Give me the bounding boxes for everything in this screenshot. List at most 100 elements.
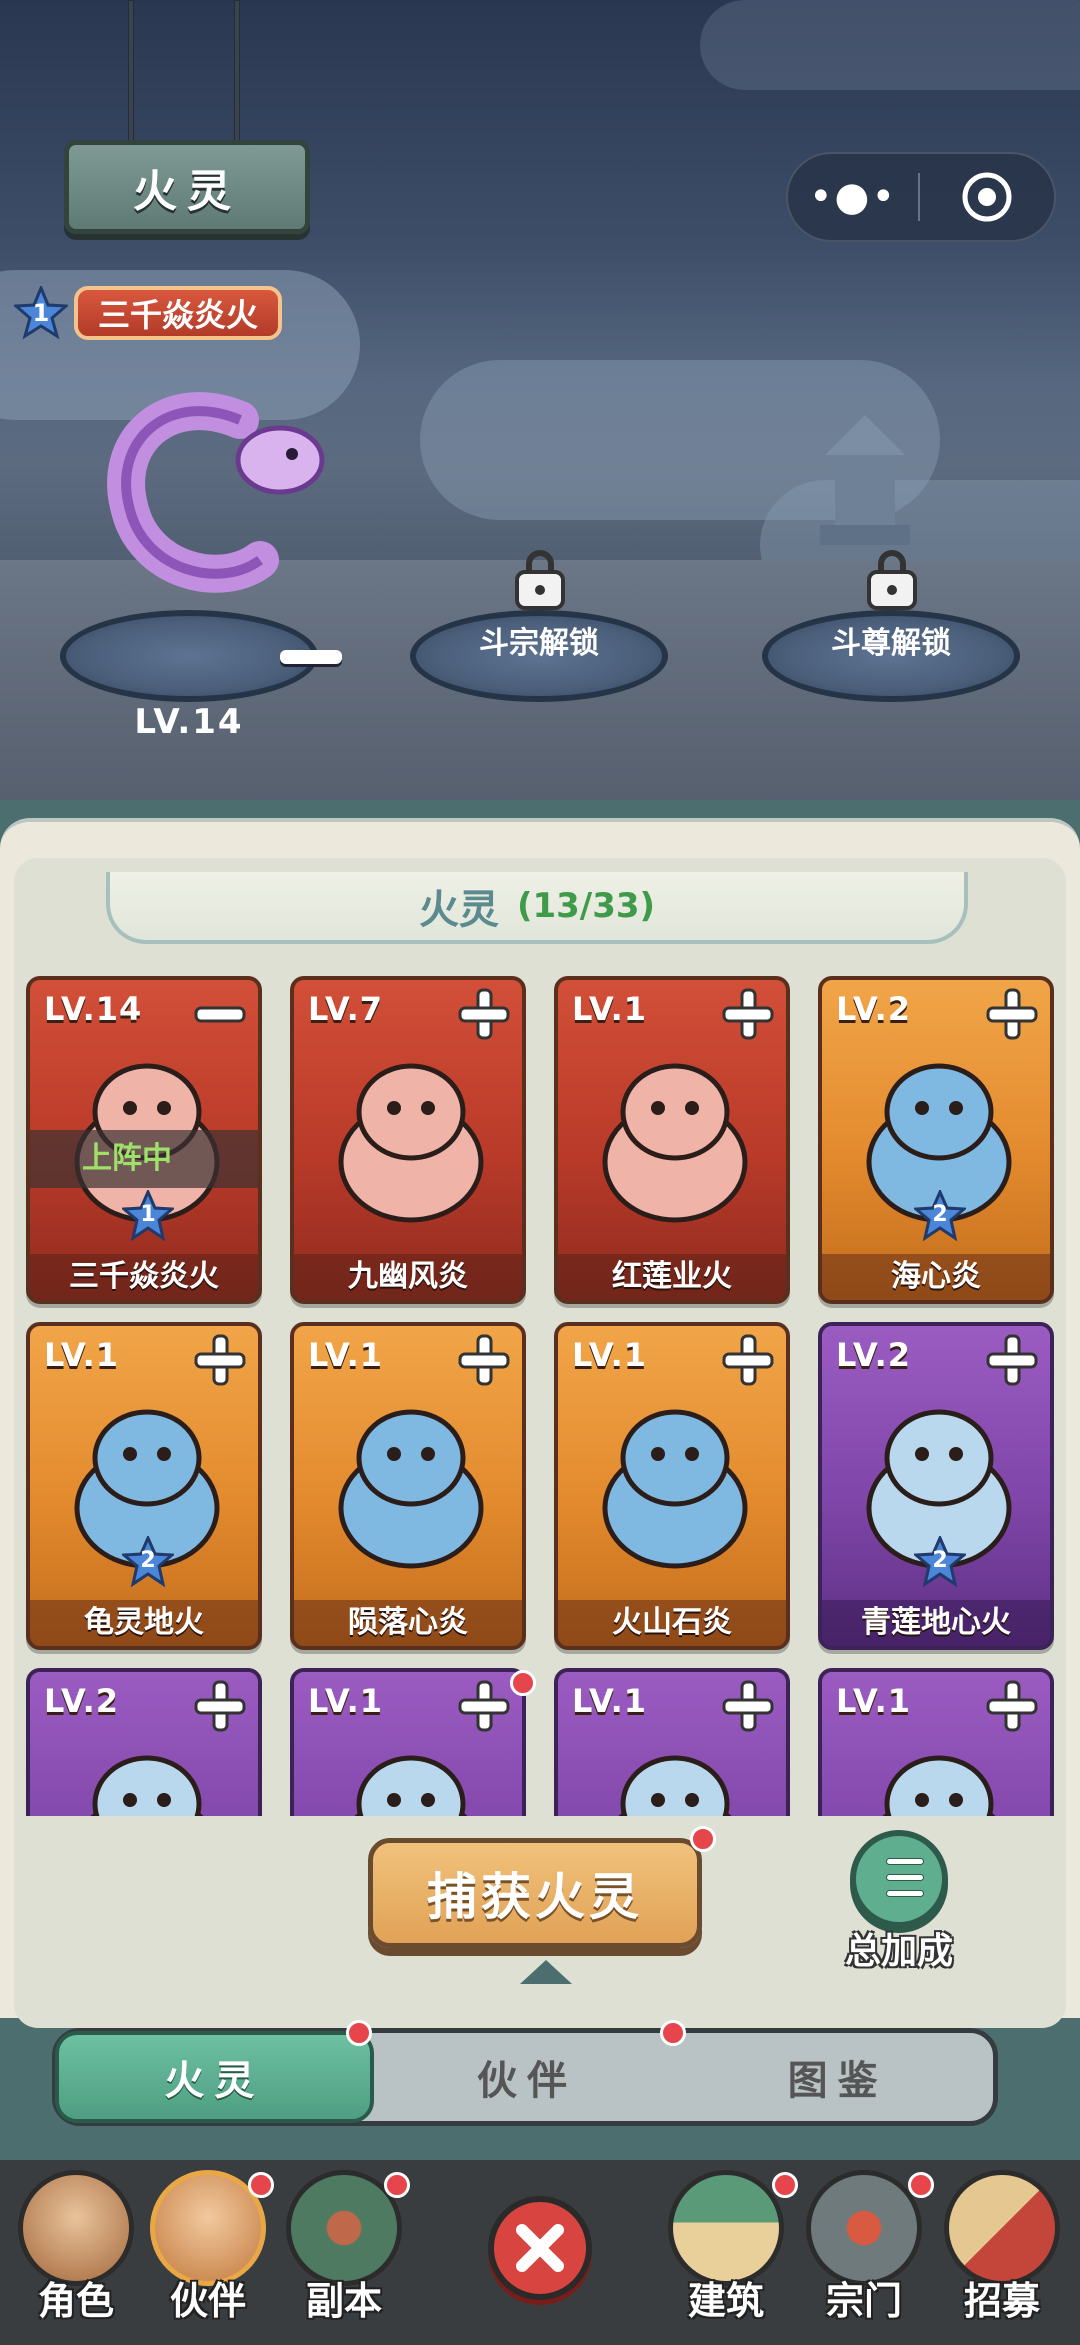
fire-slot-1[interactable]: LV.14	[60, 610, 318, 742]
nav-label: 建筑	[687, 2279, 764, 2323]
fire-card[interactable]: LV.1 火山石炎	[554, 1322, 790, 1650]
list-icon	[850, 1830, 948, 1928]
card-level: LV.1	[308, 1336, 384, 1374]
star-rank-badge: 2	[120, 1534, 176, 1588]
card-name: 三千焱炎火	[30, 1254, 258, 1300]
sect-banner-icon	[806, 2170, 922, 2286]
nav-sect[interactable]: 宗门	[802, 2170, 926, 2330]
stone-lantern-icon	[820, 415, 910, 545]
card-name: 九幽风炎	[294, 1254, 522, 1300]
more-dots-icon[interactable]: •●•	[788, 174, 918, 220]
collection-count: (13/33)	[516, 886, 656, 926]
nav-label: 角色	[37, 2279, 114, 2323]
fire-card[interactable]: LV.1 陨落心炎	[290, 1322, 526, 1650]
plus-icon[interactable]	[982, 1330, 1042, 1390]
tab-fire-spirit[interactable]: 火灵	[55, 2031, 374, 2123]
recruit-scroll-icon	[944, 2170, 1060, 2286]
fire-card-grid: LV.14 上阵中 1 三千焱炎火 LV.7 九幽风炎 LV.1 红莲业火 LV.2 2 海心炎 LV…	[26, 976, 1066, 1816]
plus-icon[interactable]	[718, 984, 778, 1044]
fire-card[interactable]: LV.2	[26, 1668, 262, 1816]
card-level: LV.7	[308, 990, 384, 1028]
card-level: LV.1	[572, 1336, 648, 1374]
notification-dot	[660, 2020, 686, 2046]
star-rank-badge: 2	[912, 1534, 968, 1588]
card-name: 红莲业火	[558, 1254, 786, 1300]
fire-card[interactable]: LV.1	[818, 1668, 1054, 1816]
panel-tabs: 火灵 伙伴 图鉴	[52, 2028, 998, 2126]
fire-slot-2[interactable]: 斗宗解锁	[410, 610, 668, 740]
nav-label: 宗门	[825, 2279, 902, 2323]
nav-building[interactable]: 建筑	[664, 2170, 788, 2330]
nav-recruit[interactable]: 招募	[940, 2170, 1064, 2330]
card-name: 陨落心炎	[294, 1600, 522, 1646]
creature-portrait	[618, 1755, 732, 1816]
remove-fire-button[interactable]	[280, 650, 342, 664]
fire-card[interactable]: LV.1 红莲业火	[554, 976, 790, 1304]
card-level: LV.2	[836, 990, 912, 1028]
panel-title: 火灵	[418, 887, 499, 933]
plus-icon[interactable]	[982, 1676, 1042, 1736]
fire-card[interactable]: LV.1	[290, 1668, 526, 1816]
panel-header: 火灵 (13/33)	[106, 872, 968, 944]
capture-fire-button[interactable]: 捕获火灵	[368, 1838, 702, 1948]
lock-icon	[867, 550, 917, 610]
star-rank-value: 1	[140, 1202, 156, 1227]
sign-rope	[234, 0, 240, 150]
plus-icon[interactable]	[454, 1330, 514, 1390]
plus-icon[interactable]	[454, 984, 514, 1044]
cloud	[700, 0, 1080, 90]
creature-portrait	[354, 1755, 468, 1816]
star-rank-badge: 1	[120, 1188, 176, 1242]
plus-icon[interactable]	[454, 1676, 514, 1736]
notification-dot	[510, 1670, 536, 1696]
target-circle-icon[interactable]	[920, 169, 1054, 225]
deployed-label: 上阵中	[30, 1130, 258, 1188]
sign-rope	[128, 0, 134, 150]
star-rank-badge: 1	[14, 286, 68, 340]
plus-icon[interactable]	[982, 984, 1042, 1044]
fire-card[interactable]: LV.14 上阵中 1 三千焱炎火	[26, 976, 262, 1304]
building-icon	[668, 2170, 784, 2286]
total-bonus-button[interactable]: 总加成	[834, 1830, 964, 1972]
active-fire-label: 1 三千焱炎火	[14, 286, 283, 340]
nav-label: 招募	[963, 2279, 1040, 2323]
fire-card[interactable]: LV.2 2 青莲地心火	[818, 1322, 1054, 1650]
fire-card[interactable]: LV.7 九幽风炎	[290, 976, 526, 1304]
card-level: LV.2	[836, 1336, 912, 1374]
plus-icon[interactable]	[718, 1330, 778, 1390]
notification-dot	[384, 2172, 410, 2198]
page-title-sign: 火灵	[64, 140, 310, 234]
card-name: 龟灵地火	[30, 1600, 258, 1646]
fire-card[interactable]: LV.1 2 龟灵地火	[26, 1322, 262, 1650]
notification-dot	[908, 2172, 934, 2198]
plus-icon[interactable]	[718, 1676, 778, 1736]
fire-card[interactable]: LV.1	[554, 1668, 790, 1816]
nav-label: 副本	[305, 2279, 382, 2323]
tab-codex[interactable]: 图鉴	[682, 2033, 993, 2121]
creature-portrait	[90, 1755, 204, 1816]
nav-character[interactable]: 角色	[14, 2170, 138, 2330]
fire-spirit-scene: 火灵 •●• 1 三千焱炎火 LV.14 斗宗解锁 斗尊解锁	[0, 0, 1080, 800]
notification-dot	[248, 2172, 274, 2198]
card-level: LV.1	[44, 1336, 120, 1374]
fire-card[interactable]: LV.2 2 海心炎	[818, 976, 1054, 1304]
star-rank-badge: 2	[912, 1188, 968, 1242]
card-level: LV.1	[308, 1682, 384, 1720]
close-menu-button[interactable]	[488, 2196, 592, 2300]
minus-icon[interactable]	[190, 984, 250, 1044]
creature-portrait	[882, 1755, 996, 1816]
fire-slot-3[interactable]: 斗尊解锁	[762, 610, 1020, 740]
card-level: LV.2	[44, 1682, 120, 1720]
total-bonus-label: 总加成	[844, 1931, 953, 1972]
card-name: 海心炎	[822, 1254, 1050, 1300]
character-avatar-icon	[18, 2170, 134, 2286]
tab-partner[interactable]: 伙伴	[372, 2033, 683, 2121]
mini-program-capsule: •●•	[786, 152, 1056, 242]
card-level: LV.14	[44, 990, 143, 1028]
notification-dot	[772, 2172, 798, 2198]
star-rank-value: 2	[932, 1548, 948, 1573]
plus-icon[interactable]	[190, 1676, 250, 1736]
card-level: LV.1	[836, 1682, 912, 1720]
plus-icon[interactable]	[190, 1330, 250, 1390]
page-title: 火灵	[133, 166, 241, 217]
